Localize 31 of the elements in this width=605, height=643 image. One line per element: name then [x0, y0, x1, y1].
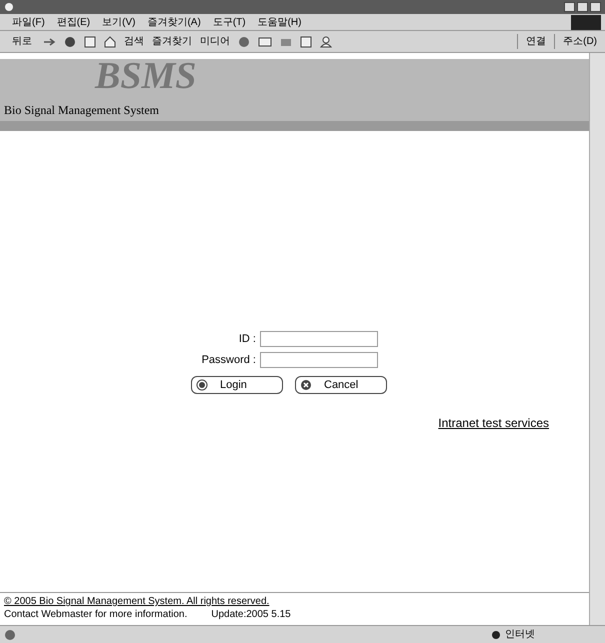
contact-text: Contact Webmaster for more information.	[4, 608, 188, 621]
id-field[interactable]	[260, 331, 378, 348]
home-icon[interactable]	[104, 36, 116, 48]
menu-item[interactable]: 즐겨찾기(A)	[147, 14, 201, 30]
search-button[interactable]: 검색	[124, 34, 144, 49]
cancel-icon	[300, 379, 312, 391]
address-button[interactable]: 주소(D)	[554, 34, 605, 49]
password-label: Password :	[200, 352, 256, 368]
forward-icon[interactable]	[44, 38, 56, 46]
update-date: Update:2005 5.15	[211, 608, 291, 621]
back-button[interactable]: 뒤로	[8, 34, 36, 49]
site-subtitle: Bio Signal Management System	[3, 102, 160, 119]
menu-item[interactable]: 도움말(H)	[258, 14, 302, 30]
media-button[interactable]: 미디어	[200, 34, 230, 49]
radio-dot-icon	[196, 379, 208, 391]
menu-item[interactable]: 보기(V)	[102, 14, 136, 30]
menu-item[interactable]: 도구(T)	[212, 14, 246, 30]
login-button[interactable]: Login	[191, 376, 283, 394]
id-label: ID :	[238, 332, 256, 347]
menu-item[interactable]: 편집(E)	[56, 14, 90, 30]
cancel-button[interactable]: Cancel	[295, 376, 387, 394]
copyright-text: © 2005 Bio Signal Management System. All rights reserved.	[4, 595, 270, 608]
intranet-link[interactable]: Intranet test services	[438, 414, 549, 432]
messenger-icon[interactable]	[320, 36, 332, 48]
password-field[interactable]	[260, 352, 378, 368]
menu-item[interactable]: 파일(F)	[12, 14, 45, 30]
scrollbar[interactable]	[589, 53, 605, 625]
logo: BSMS	[95, 57, 196, 95]
zone-text: 인터넷	[505, 628, 536, 642]
links-button[interactable]: 연결	[517, 34, 546, 49]
favorites-button[interactable]: 즐겨찾기	[152, 34, 192, 49]
